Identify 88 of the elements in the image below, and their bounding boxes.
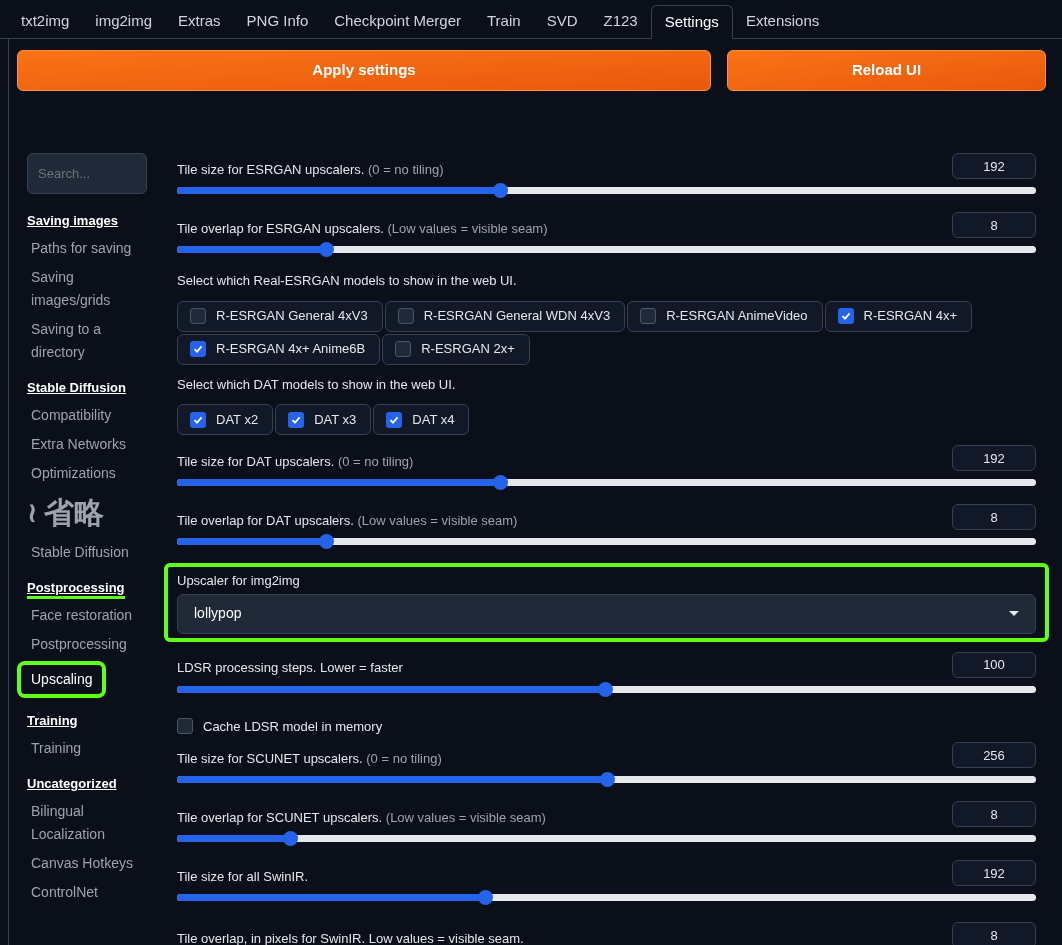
number-field[interactable]: 8 — [952, 504, 1036, 530]
sidebar-item[interactable]: Training — [27, 734, 82, 763]
checkbox[interactable] — [190, 341, 206, 357]
section-heading[interactable]: Training — [27, 713, 78, 728]
setting-label: Tile overlap for DAT upscalers. (Low values = visible seam) — [177, 511, 518, 530]
checkbox[interactable] — [397, 308, 414, 324]
sidebar-item[interactable]: Postprocessing — [27, 630, 127, 659]
sidebar-item[interactable]: Saving to a directory — [27, 315, 157, 367]
slider-thumb[interactable] — [318, 242, 334, 257]
setting-label: LDSR processing steps. Lower = faster — [177, 659, 403, 677]
checkbox[interactable] — [177, 718, 193, 735]
dropdown[interactable]: lollypop — [177, 593, 1036, 634]
setting-label: Tile overlap, in pixels for SwinIR. Low values = visible seam. — [177, 929, 524, 945]
sidebar-item[interactable]: Canvas Hotkeys — [27, 849, 133, 878]
check-icon — [193, 344, 203, 354]
setting-label: Tile size for SCUNET upscalers. (0 = no tiling) — [177, 749, 442, 768]
section-heading[interactable]: Postprocessing — [27, 580, 125, 599]
checkbox[interactable] — [190, 308, 206, 324]
slider-thumb[interactable] — [492, 475, 508, 490]
number-field[interactable]: 256 — [952, 742, 1036, 768]
setting-label: Tile overlap for SCUNET upscalers. (Low values = visible seam) — [177, 808, 546, 827]
slider-thumb[interactable] — [318, 534, 334, 549]
sidebar-item[interactable]: Optimizations — [27, 459, 116, 488]
slider-thumb[interactable] — [492, 183, 508, 198]
number-field[interactable]: 100 — [952, 651, 1036, 678]
tab[interactable]: Z123 — [590, 5, 651, 38]
search-field[interactable]: Search... — [27, 153, 147, 194]
tab[interactable]: SVD — [533, 5, 591, 38]
setting-label: Tile size for ESRGAN upscalers. (0 = no tiling) — [177, 160, 444, 179]
checkbox[interactable] — [190, 411, 206, 428]
setting-label: Tile size for DAT upscalers. (0 = no tiling) — [177, 452, 414, 471]
sidebar-item[interactable]: Bilingual Localization — [27, 797, 157, 849]
sidebar-item[interactable]: Face restoration — [27, 601, 133, 630]
caret-icon — [1009, 610, 1019, 617]
checkbox[interactable] — [288, 411, 305, 428]
checkbox-label: Cache LDSR model in memory — [203, 717, 383, 736]
checkbox-label: R-ESRGAN 2x+ — [421, 340, 515, 359]
checkbox-label: R-ESRGAN 4x+ Anime6B — [216, 340, 366, 359]
sidebar-item[interactable]: Saving images/grids — [27, 263, 157, 315]
tab[interactable]: Extras — [165, 5, 234, 38]
tab[interactable]: Settings — [650, 5, 733, 39]
tab[interactable]: Checkpoint Merger — [321, 5, 474, 38]
tab[interactable]: PNG Info — [233, 5, 322, 38]
check-icon — [389, 414, 400, 425]
number-field[interactable]: 192 — [952, 445, 1036, 471]
tab[interactable]: txt2img — [8, 5, 83, 38]
checkbox-label: DAT x3 — [314, 410, 357, 429]
check-icon — [193, 414, 203, 425]
checkbox[interactable] — [837, 308, 854, 324]
checkbox-label: R-ESRGAN AnimeVideo — [666, 307, 808, 326]
number-field[interactable]: 8 — [952, 801, 1036, 827]
setting-label: Select which DAT models to show in the web UI. — [177, 375, 457, 394]
check-icon — [840, 311, 851, 321]
checkbox[interactable] — [640, 308, 657, 324]
number-field[interactable]: 192 — [952, 860, 1036, 886]
section-heading[interactable]: Saving images — [27, 213, 119, 228]
slider-thumb[interactable] — [477, 890, 493, 905]
sidebar-item[interactable]: Compatibility — [27, 401, 112, 430]
omitted-note: 省略 — [43, 495, 104, 531]
sidebar-item[interactable]: ControlNet — [27, 878, 98, 907]
sidebar-item[interactable]: Extra Networks — [27, 430, 126, 459]
number-field[interactable]: 8 — [952, 922, 1036, 945]
checkbox-label: DAT x2 — [216, 410, 259, 429]
sidebar-item[interactable]: Stable Diffusion — [27, 538, 129, 567]
slider-thumb[interactable] — [599, 772, 615, 787]
setting-label: Tile overlap for ESRGAN upscalers. (Low values = visible seam) — [177, 219, 548, 238]
checkbox-label: R-ESRGAN General WDN 4xV3 — [423, 307, 611, 326]
wave-symbol: ≀ — [27, 495, 38, 531]
tab[interactable]: Extensions — [732, 5, 833, 38]
checkbox[interactable] — [386, 411, 403, 428]
setting-label: Tile size for all SwinIR. — [177, 867, 308, 886]
checkbox[interactable] — [395, 341, 412, 357]
slider-thumb[interactable] — [597, 681, 613, 697]
checkbox-label: DAT x4 — [412, 410, 455, 429]
tab[interactable]: Train — [474, 5, 534, 38]
section-heading[interactable]: Uncategorized — [27, 776, 117, 791]
section-heading[interactable]: Stable Diffusion — [27, 380, 126, 395]
sidebar-item[interactable]: Paths for saving — [27, 234, 132, 263]
sidebar-item[interactable]: Upscaling — [17, 661, 107, 698]
tab[interactable]: img2img — [82, 5, 166, 38]
checkbox-label: R-ESRGAN 4x+ — [863, 307, 958, 326]
slider-thumb[interactable] — [283, 831, 299, 846]
setting-label: Upscaler for img2img — [177, 572, 301, 590]
setting-label: Select which Real-ESRGAN models to show in the web UI. — [177, 272, 518, 290]
checkbox-label: R-ESRGAN General 4xV3 — [216, 307, 368, 326]
number-field[interactable]: 8 — [952, 212, 1036, 238]
check-icon — [291, 414, 302, 425]
number-field[interactable]: 192 — [952, 153, 1036, 179]
